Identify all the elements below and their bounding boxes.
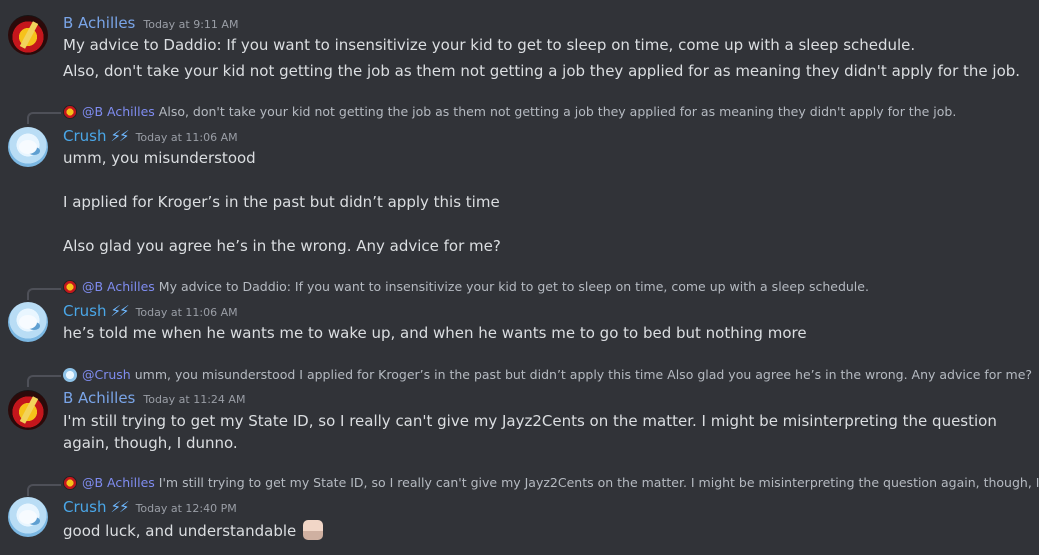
reply-preview[interactable]: @Crush umm, you misunderstood I applied … [63,367,1032,382]
message-text: he’s told me when he wants me to wake up… [63,324,807,342]
reply-avatar-icon [63,475,77,490]
message-text: umm, you misunderstood [63,149,256,167]
chat-log: B Achilles Today at 9:11 AM My advice to… [0,0,1039,555]
username[interactable]: Crush [63,498,106,516]
timestamp[interactable]: Today at 9:11 AM [143,18,238,31]
reply-avatar-icon [63,367,77,382]
message-text: Also glad you agree he’s in the wrong. A… [63,237,501,255]
message-text: good luck, and understandable [63,520,324,540]
badge-icon: ⚡⚡ [110,498,129,516]
reply-text: My advice to Daddio: If you want to inse… [158,279,869,294]
avatar[interactable] [8,390,48,430]
timestamp[interactable]: Today at 11:24 AM [143,393,245,406]
message-text-content: good luck, and understandable [63,522,297,540]
reply-mention[interactable]: @B Achilles [82,475,155,490]
badge-icon: ⚡⚡ [110,127,129,145]
reply-text: I'm still trying to get my State ID, so … [158,475,1039,490]
message-header: B Achilles Today at 11:24 AM [63,389,245,407]
username[interactable]: B Achilles [63,14,135,32]
reply-preview[interactable]: @B Achilles Also, don't take your kid no… [63,104,956,119]
message-text: I'm still trying to get my State ID, so … [63,412,997,452]
reply-mention[interactable]: @Crush [82,367,131,382]
avatar[interactable] [8,302,48,342]
reply-text: Also, don't take your kid not getting th… [158,104,957,119]
timestamp[interactable]: Today at 11:06 AM [136,306,238,319]
reply-avatar-icon [63,104,77,119]
reply-spine [27,112,61,124]
avatar[interactable] [8,127,48,167]
reply-mention[interactable]: @B Achilles [82,279,155,294]
message-header: Crush ⚡⚡ Today at 11:06 AM [63,127,238,145]
message-text: Also, don't take your kid not getting th… [63,62,1021,80]
username[interactable]: Crush [63,127,106,145]
avatar[interactable] [8,497,48,537]
reply-spine [27,288,61,300]
reply-spine [27,375,61,387]
username[interactable]: Crush [63,302,106,320]
timestamp[interactable]: Today at 12:40 PM [136,502,237,515]
reply-avatar-icon [63,279,77,294]
message-text: My advice to Daddio: If you want to inse… [63,36,916,54]
username[interactable]: B Achilles [63,389,135,407]
message-header: Crush ⚡⚡ Today at 12:40 PM [63,498,237,516]
message-text: I applied for Kroger’s in the past but d… [63,193,500,211]
message-header: Crush ⚡⚡ Today at 11:06 AM [63,302,238,320]
reply-preview[interactable]: @B Achilles I'm still trying to get my S… [63,475,1039,490]
message-header: B Achilles Today at 9:11 AM [63,14,238,32]
badge-icon: ⚡⚡ [110,302,129,320]
reply-text: umm, you misunderstood I applied for Kro… [134,367,1033,382]
timestamp[interactable]: Today at 11:06 AM [136,131,238,144]
reply-spine [27,484,61,496]
reply-preview[interactable]: @B Achilles My advice to Daddio: If you … [63,279,869,294]
thumbs-up-emoji-icon [303,520,324,540]
avatar[interactable] [8,15,48,55]
reply-mention[interactable]: @B Achilles [82,104,155,119]
